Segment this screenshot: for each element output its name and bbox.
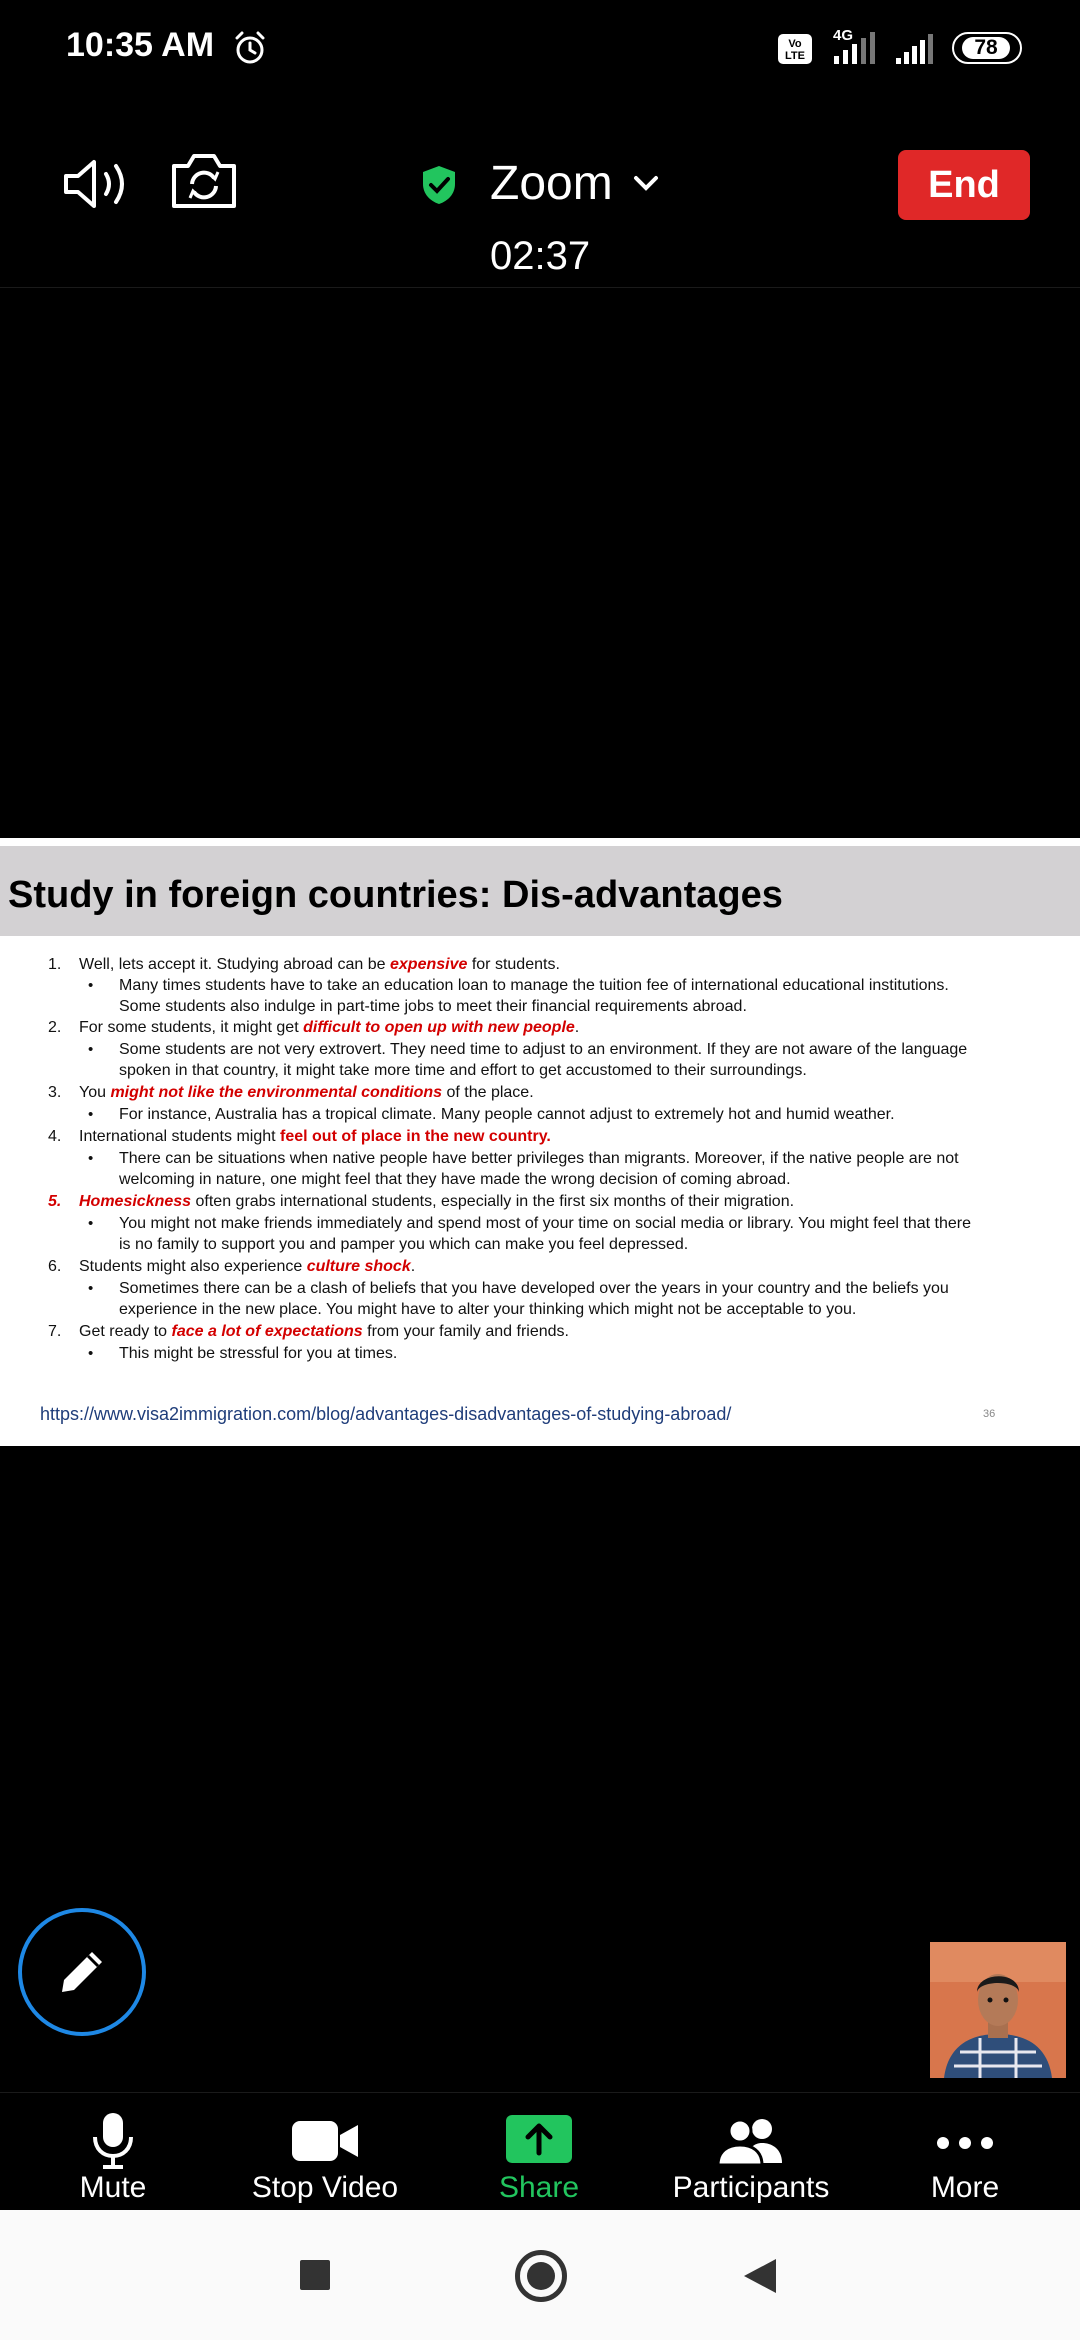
switch-camera-icon[interactable]: [170, 150, 238, 210]
alarm-icon: [235, 31, 265, 64]
item-number: 4.: [48, 1128, 62, 1145]
stop-video-label: Stop Video: [251, 2171, 399, 2204]
item-number: 2.: [48, 1019, 62, 1036]
volte-badge: Vo LTE: [778, 34, 812, 64]
status-time: 10:35 AM: [66, 26, 215, 64]
item-number: 5.: [48, 1193, 62, 1210]
item-text: Well, lets accept it. Studying abroad ca…: [79, 956, 560, 973]
microphone-icon: [93, 2113, 133, 2169]
share-label: Share: [498, 2171, 580, 2204]
sub-point: experience in the new place. You might h…: [119, 1301, 857, 1318]
item-text: Get ready to face a lot of expectations …: [79, 1323, 569, 1340]
back-icon[interactable]: [742, 2257, 778, 2295]
recents-icon[interactable]: [300, 2260, 330, 2290]
item-text: For some students, it might get difficul…: [79, 1019, 580, 1036]
sub-point: is no family to support you and pamper y…: [119, 1236, 689, 1253]
annotate-button[interactable]: [18, 1908, 146, 2036]
pencil-icon: [62, 1952, 102, 1992]
bullet-dot: •: [88, 1150, 94, 1167]
item-text: Homesickness often grabs international s…: [79, 1193, 795, 1210]
sub-point: spoken in that country, it might take mo…: [119, 1062, 807, 1079]
item-text: International students might feel out of…: [79, 1128, 551, 1145]
slide-title-bar: Study in foreign countries: Dis-advantag…: [0, 846, 1080, 936]
participant-video-avatar: [930, 1942, 1066, 2078]
meeting-title[interactable]: Zoom: [490, 156, 613, 211]
sub-point: Some students also indulge in part-time …: [119, 998, 747, 1015]
item-number: 3.: [48, 1084, 62, 1101]
item-number: 7.: [48, 1323, 62, 1340]
speaker-icon[interactable]: [62, 156, 132, 212]
sub-point: This might be stressful for you at times…: [119, 1345, 398, 1362]
sub-point: Many times students have to take an educ…: [119, 977, 949, 994]
item-number: 1.: [48, 956, 62, 973]
participants-label: Participants: [672, 2171, 830, 2204]
chevron-down-icon[interactable]: [632, 174, 660, 194]
battery-level: 78: [962, 37, 1010, 59]
share-upload-icon: [506, 2115, 572, 2163]
bullet-dot: •: [88, 1106, 94, 1123]
end-meeting-button[interactable]: End: [898, 150, 1030, 220]
meeting-timer: 02:37: [490, 234, 591, 278]
sub-point: For instance, Australia has a tropical c…: [119, 1106, 895, 1123]
item-text: Students might also experience culture s…: [79, 1258, 416, 1275]
slide-source-url: https://www.visa2immigration.com/blog/ad…: [40, 1404, 732, 1424]
mute-button[interactable]: Mute: [38, 2103, 188, 2211]
zoom-meeting-screen: 10:35 AM Vo LTE 4G 78 Zoom 02:37 End Stu…: [0, 0, 1080, 2340]
meeting-toolbar: Mute Stop Video Share Participants More: [0, 2092, 1080, 2210]
bullet-dot: •: [88, 977, 94, 994]
video-camera-icon: [292, 2121, 358, 2161]
sub-point: Some students are not very extrovert. Th…: [119, 1041, 968, 1058]
sub-point: You might not make friends immediately a…: [119, 1215, 971, 1232]
secure-shield-icon: [423, 166, 455, 204]
signal-strength-icon: [834, 32, 875, 64]
slide-title: Study in foreign countries: Dis-advantag…: [8, 874, 783, 916]
self-video-thumbnail[interactable]: [930, 1942, 1066, 2078]
stop-video-button[interactable]: Stop Video: [232, 2103, 418, 2211]
home-icon-dot: [527, 2262, 555, 2290]
bullet-dot: •: [88, 1041, 94, 1058]
system-nav-bar: [0, 2210, 1080, 2340]
meeting-header: Zoom 02:37 End: [0, 96, 1080, 288]
item-number: 6.: [48, 1258, 62, 1275]
status-bar: 10:35 AM Vo LTE 4G 78: [0, 0, 1080, 96]
more-button[interactable]: More: [890, 2103, 1040, 2211]
shared-screen-slide: Study in foreign countries: Dis-advantag…: [0, 838, 1080, 1446]
sub-point: There can be situations when native peop…: [119, 1150, 959, 1167]
battery-indicator: 78: [952, 32, 1022, 64]
sub-point: welcoming in nature, one might feel that…: [119, 1171, 791, 1188]
mute-label: Mute: [79, 2171, 147, 2204]
home-icon[interactable]: [515, 2250, 567, 2302]
bullet-dot: •: [88, 1215, 94, 1232]
participants-button[interactable]: Participants: [660, 2103, 842, 2211]
bullet-dot: •: [88, 1280, 94, 1297]
share-button[interactable]: Share: [464, 2103, 614, 2211]
signal-strength-sim2-icon: [896, 34, 933, 64]
sub-point: Sometimes there can be a clash of belief…: [119, 1280, 949, 1297]
bullet-dot: •: [88, 1345, 94, 1362]
more-label: More: [930, 2171, 1000, 2204]
slide-page-number: 36: [983, 1408, 996, 1420]
more-dots-icon: [937, 2137, 993, 2149]
participants-icon: [716, 2118, 782, 2167]
item-text: You might not like the environmental con…: [79, 1084, 534, 1101]
